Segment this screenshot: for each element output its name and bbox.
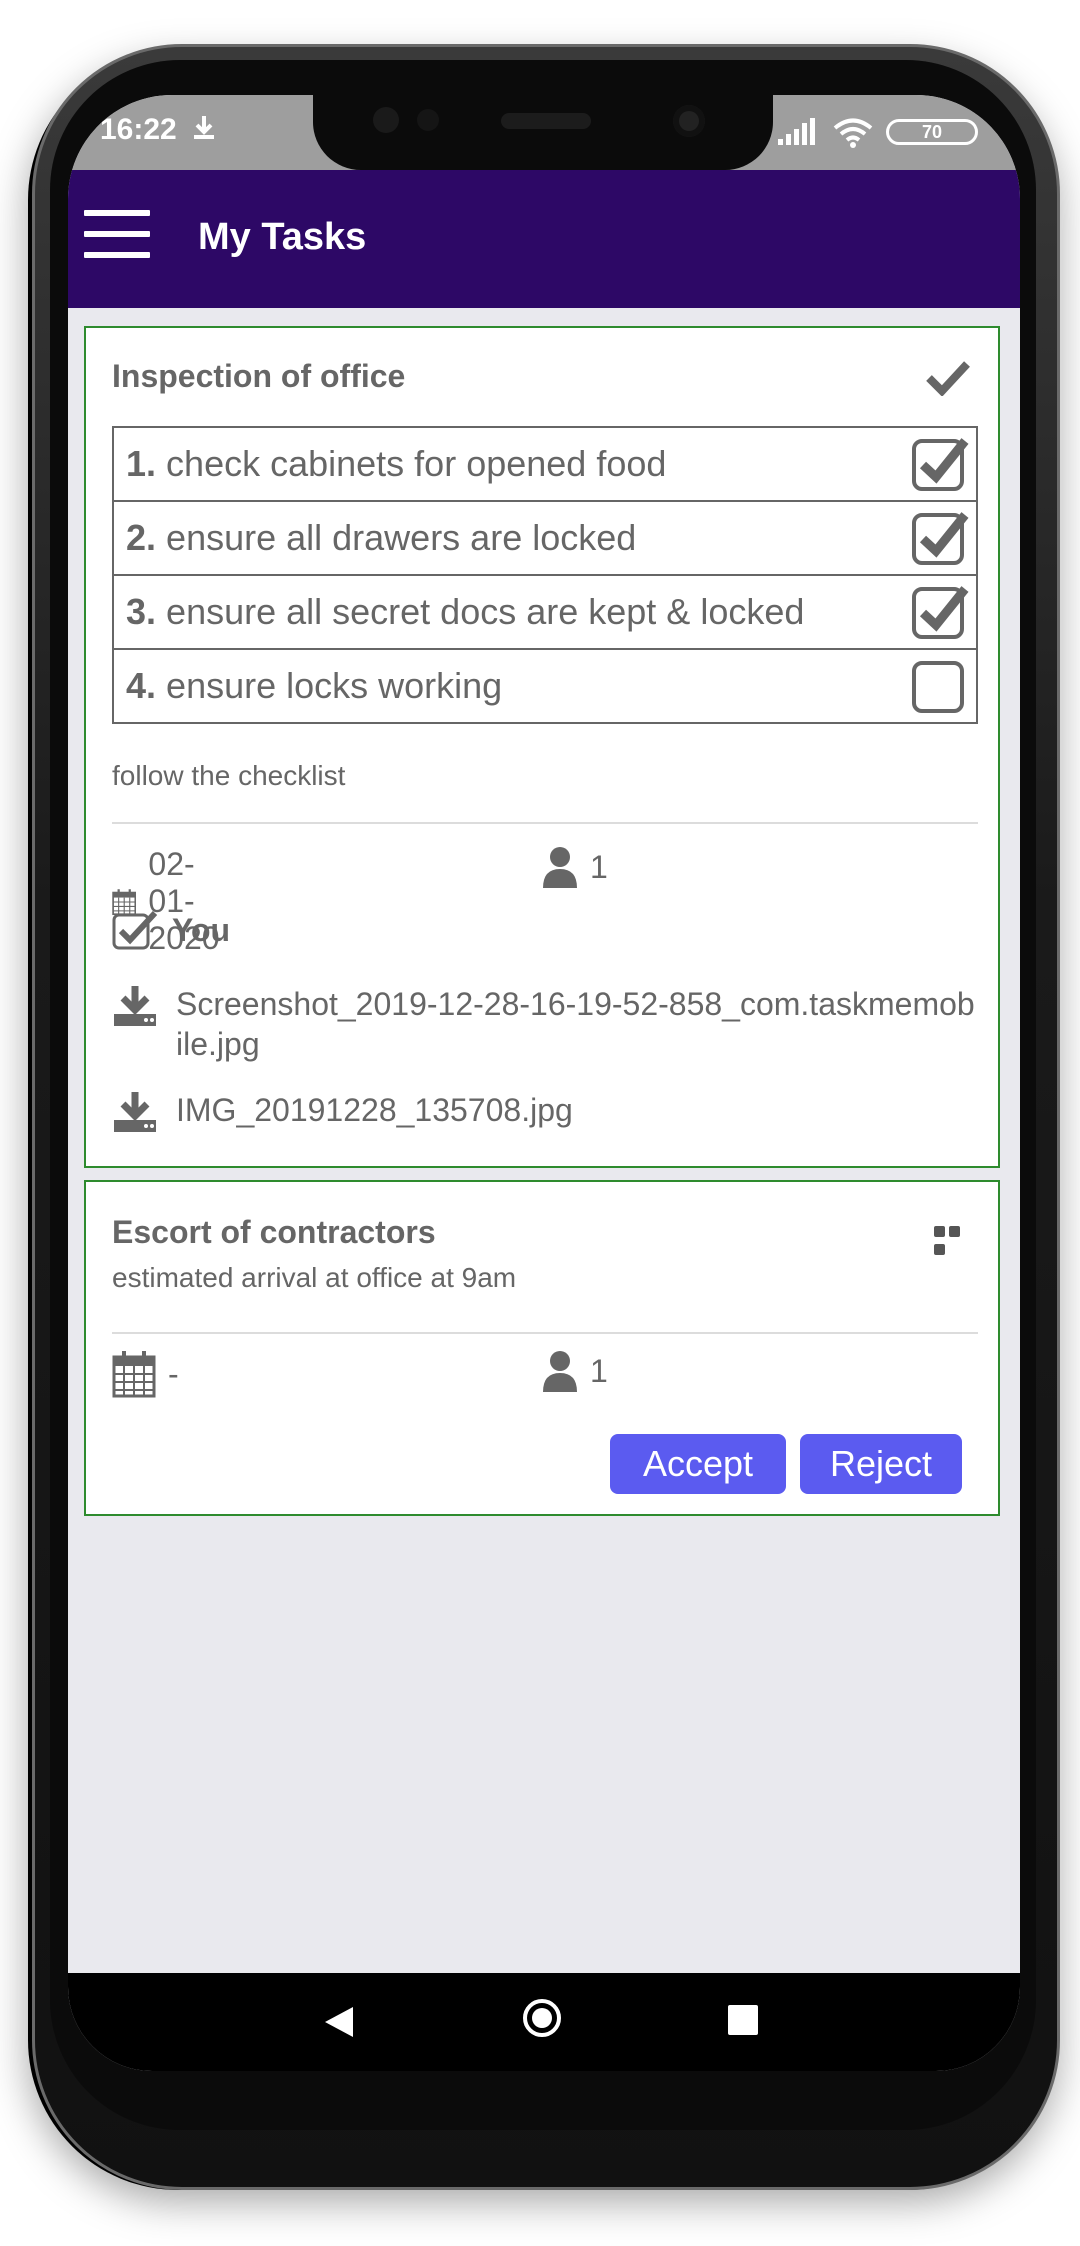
assignee-name: You <box>172 911 231 948</box>
user-icon <box>543 1351 577 1392</box>
wifi-icon <box>833 118 873 148</box>
download-icon <box>114 1092 156 1132</box>
checklist-number: 1. <box>126 443 157 484</box>
status-icons: 70 <box>758 117 978 148</box>
hamburger-menu-icon[interactable] <box>84 210 150 260</box>
calendar-icon <box>112 1351 156 1398</box>
task-card[interactable]: Escort of contractors estimated arrival … <box>84 1180 1000 1516</box>
checked-square-icon <box>112 910 158 950</box>
reject-button[interactable]: Reject <box>800 1434 962 1494</box>
task-card[interactable]: Inspection of office 1. check cabinets f… <box>84 326 1000 1168</box>
checklist-label: ensure locks working <box>166 665 503 706</box>
checklist-table: 1. check cabinets for opened food 2. ens… <box>112 426 978 724</box>
checklist-label: check cabinets for opened food <box>166 443 667 484</box>
checked-checkbox-icon[interactable] <box>911 435 969 493</box>
download-icon <box>194 116 214 139</box>
checklist-label: ensure all secret docs are kept & locked <box>166 591 805 632</box>
recent-apps-icon[interactable] <box>728 2005 758 2035</box>
checklist-checkbox-cell <box>904 426 978 502</box>
task-people: 1 <box>542 846 608 888</box>
checklist-checkbox-cell <box>904 648 978 724</box>
checklist-number: 2. <box>126 517 157 558</box>
checklist-item-text: 3. ensure all secret docs are kept & loc… <box>112 574 904 650</box>
task-people-count: 1 <box>590 848 608 885</box>
system-nav-bar <box>68 1973 1020 2071</box>
checklist-checkbox-cell <box>904 574 978 650</box>
checklist-item-text: 4. ensure locks working <box>112 648 904 724</box>
checklist-item: 3. ensure all secret docs are kept & loc… <box>112 574 978 650</box>
checklist-number: 4. <box>126 665 157 706</box>
checklist-item: 2. ensure all drawers are locked <box>112 500 978 576</box>
phone-screen: 16:22 70 My Tasks Inspection of office 1… <box>68 95 1020 2071</box>
more-options-icon[interactable] <box>934 1224 976 1255</box>
checklist-label: ensure all drawers are locked <box>166 517 637 558</box>
divider <box>112 822 978 824</box>
checklist-number: 3. <box>126 591 157 632</box>
attachment-link[interactable]: Screenshot_2019-12-28-16-19-52-858_com.t… <box>112 984 976 1064</box>
status-time: 16:22 <box>100 113 177 146</box>
task-note: follow the checklist <box>112 760 346 791</box>
task-assignee: You <box>112 910 230 950</box>
task-description: estimated arrival at office at 9am <box>112 1262 517 1293</box>
task-title: Escort of contractors <box>112 1214 436 1250</box>
attachment-link[interactable]: IMG_20191228_135708.jpg <box>112 1090 976 1134</box>
task-people: 1 <box>542 1350 608 1392</box>
camera-notch <box>313 95 773 170</box>
checkmark-icon <box>926 361 970 396</box>
task-people-count: 1 <box>590 1352 608 1389</box>
accept-button[interactable]: Accept <box>610 1434 786 1494</box>
checklist-item: 1. check cabinets for opened food <box>112 426 978 502</box>
task-list: Inspection of office 1. check cabinets f… <box>68 308 1020 1973</box>
sensor-dot <box>417 109 439 131</box>
task-title: Inspection of office <box>112 358 406 394</box>
user-icon <box>543 847 577 888</box>
checklist-item: 4. ensure locks working <box>112 648 978 724</box>
unchecked-checkbox-icon[interactable] <box>911 657 969 715</box>
battery-icon: 70 <box>886 119 978 145</box>
page-title: My Tasks <box>198 216 367 258</box>
attachment-filename: IMG_20191228_135708.jpg <box>176 1092 573 1128</box>
checklist-item-text: 2. ensure all drawers are locked <box>112 500 904 576</box>
checked-checkbox-icon[interactable] <box>911 583 969 641</box>
app-bar: My Tasks <box>68 170 1020 308</box>
checked-checkbox-icon[interactable] <box>911 509 969 567</box>
checklist-item-text: 1. check cabinets for opened food <box>112 426 904 502</box>
back-icon[interactable] <box>323 2005 355 2039</box>
earpiece-speaker <box>501 113 591 129</box>
divider <box>112 1332 978 1334</box>
sensor-dot <box>373 107 399 133</box>
signal-icon <box>778 118 815 145</box>
checklist-checkbox-cell <box>904 500 978 576</box>
front-camera <box>673 105 705 137</box>
download-icon <box>114 986 156 1026</box>
task-date-text: - <box>168 1355 179 1392</box>
attachment-filename: Screenshot_2019-12-28-16-19-52-858_com.t… <box>176 986 975 1062</box>
home-icon[interactable] <box>523 1999 561 2037</box>
task-date: - <box>112 1350 179 1398</box>
